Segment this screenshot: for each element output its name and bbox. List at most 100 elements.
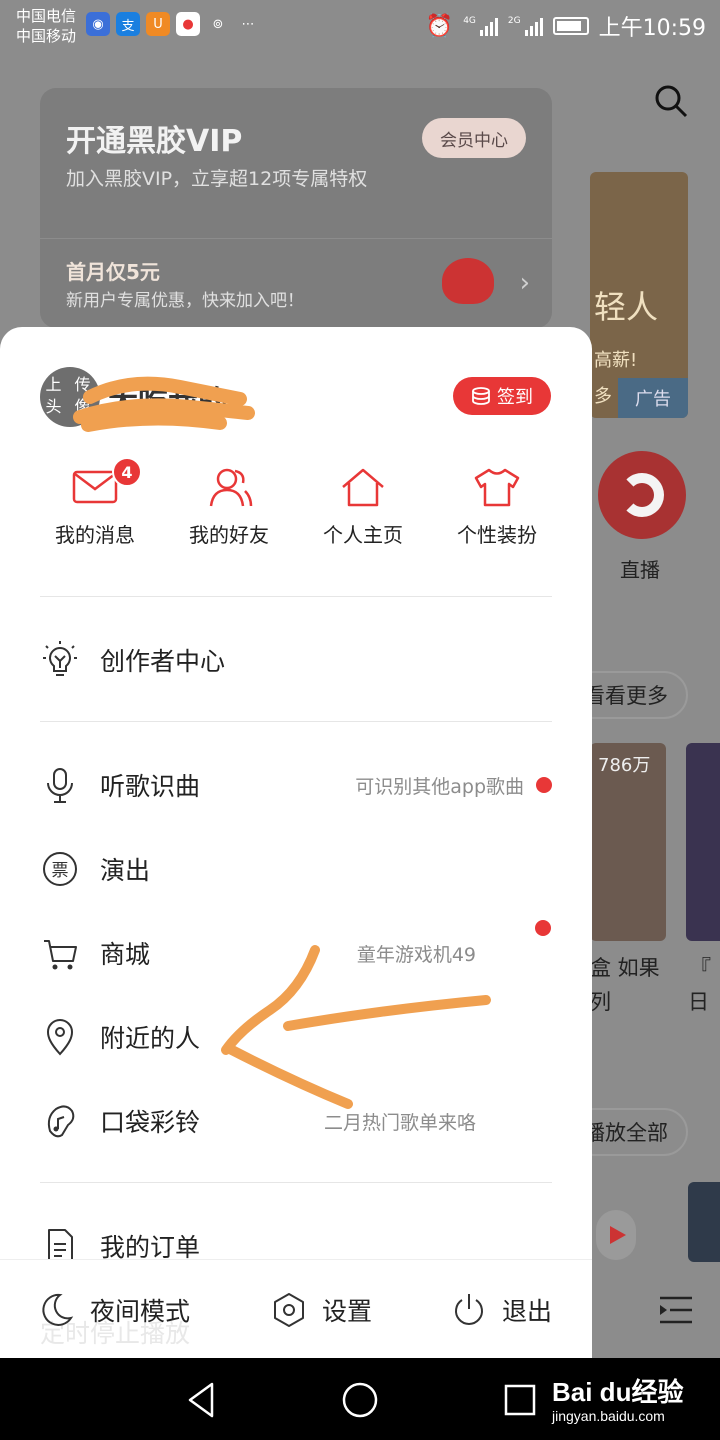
signal-2g-icon: 2G (508, 16, 543, 36)
quick-action-label: 个人主页 (323, 523, 403, 547)
ad-more-text: 多 (594, 386, 612, 407)
divider (40, 596, 552, 597)
ringtone-icon (47, 1105, 75, 1138)
vip-center-button[interactable]: 会员中心 (422, 118, 526, 158)
uc-browser-icon: U (146, 12, 170, 36)
play-icon[interactable] (596, 1210, 636, 1260)
quick-action-dressup[interactable]: 个性装扮 (442, 467, 552, 567)
vip-offer-title: 首月仅5元 (66, 260, 160, 284)
quick-action-label: 个性装扮 (457, 523, 537, 547)
menu-item-song-recognition[interactable]: 听歌识曲 可识别其他app歌曲 (40, 760, 552, 810)
menu-item-nearby-people[interactable]: 附近的人 (40, 1012, 552, 1062)
checkin-label: 签到 (497, 387, 533, 408)
night-mode-button[interactable]: 夜间模式 (40, 1288, 190, 1332)
live-label: 直播 (620, 558, 660, 582)
svg-text:票: 票 (52, 861, 69, 881)
menu-label: 口袋彩铃 (100, 1108, 201, 1137)
redaction-scribble (73, 376, 255, 432)
play-count: 786万 (598, 755, 651, 776)
menu-label: 演出 (100, 856, 151, 885)
watermark-logo: Bai du经验 (552, 1377, 684, 1407)
carrier-1: 中国电信 (16, 7, 77, 25)
menu-label: 创作者中心 (100, 647, 226, 676)
menu-label: 商城 (100, 940, 151, 969)
menu-label: 附近的人 (100, 1024, 201, 1053)
settings-label: 设置 (322, 1297, 373, 1326)
drawer-bottom-bar: 定时停止播放 夜间模式 设置 退出 (0, 1259, 592, 1358)
ad-text: 轻人 (594, 288, 659, 326)
divider (40, 721, 552, 722)
checkin-button[interactable]: 签到 (453, 377, 551, 415)
menu-item-mall[interactable]: 商城 童年游戏机49 (40, 928, 552, 978)
hotspot-icon: ⊚ (212, 16, 224, 32)
playlist-caption: 『 (690, 956, 711, 980)
unread-badge: 4 (112, 457, 142, 487)
quick-action-label: 我的消息 (55, 523, 135, 547)
clock: 上午10:59 (598, 16, 706, 41)
ticket-icon: 票 (43, 852, 77, 886)
coins-icon (472, 387, 490, 405)
logout-button[interactable]: 退出 (452, 1288, 552, 1332)
alarm-icon: ⏰ (425, 13, 454, 39)
home-icon (342, 468, 384, 507)
mic-icon (47, 768, 73, 803)
cart-icon (44, 940, 77, 970)
menu-hint: 童年游戏机49 (356, 943, 476, 966)
quick-action-friends[interactable]: 我的好友 (174, 467, 284, 567)
vip-divider (40, 238, 552, 239)
ad-badge: 广告 (618, 378, 688, 418)
playlist-caption: 列 (590, 990, 611, 1014)
logout-label: 退出 (502, 1297, 553, 1326)
recents-icon[interactable] (500, 1380, 540, 1420)
menu-label: 听歌识曲 (100, 772, 201, 801)
map-app-icon: ● (176, 12, 200, 36)
menu-item-ringtone[interactable]: 口袋彩铃 二月热门歌单来咯 (40, 1096, 552, 1146)
chevron-right-icon[interactable]: › (520, 268, 530, 298)
quick-actions: 4 我的消息 我的好友 个人主页 个性装扮 (40, 457, 552, 567)
home-nav-icon[interactable] (340, 1380, 380, 1420)
playlist-caption: 盒 如果 (590, 956, 660, 980)
more-notifications-icon: ⋯ (241, 16, 255, 32)
playlist-thumbnail[interactable]: 786万 (590, 743, 666, 941)
tshirt-icon (474, 468, 520, 507)
vip-banner[interactable]: 开通黑胶VIP 加入黑胶VIP，立享超12项专属特权 会员中心 首月仅5元 新用… (40, 88, 552, 328)
menu-hint: 可识别其他app歌曲 (355, 775, 524, 798)
alipay-app-icon: 支 (116, 12, 140, 36)
ad-banner[interactable]: 轻人 高薪! 多 广告 (590, 172, 688, 418)
divider (40, 1182, 552, 1183)
baidu-app-icon: ◉ (86, 12, 110, 36)
carrier-info: 中国电信 中国移动 (16, 6, 76, 46)
quick-action-messages[interactable]: 4 我的消息 (40, 457, 150, 567)
moon-icon (42, 1293, 74, 1326)
ad-subtext: 高薪! (594, 350, 638, 371)
playlist-icon[interactable] (656, 1290, 696, 1330)
night-mode-label: 夜间模式 (90, 1297, 191, 1326)
vip-subtitle: 加入黑胶VIP，立享超12项专属特权 (66, 168, 368, 190)
live-icon[interactable] (598, 451, 686, 539)
settings-button[interactable]: 设置 (272, 1288, 372, 1332)
friends-icon (209, 468, 253, 507)
battery-icon (552, 17, 589, 35)
quick-action-label: 我的好友 (189, 523, 269, 547)
search-icon[interactable] (654, 84, 688, 118)
location-icon (46, 1019, 74, 1056)
quick-action-homepage[interactable]: 个人主页 (308, 467, 418, 567)
carrier-2: 中国移动 (16, 27, 77, 45)
vip-title: 开通黑胶VIP (66, 124, 243, 159)
back-icon[interactable] (182, 1380, 222, 1420)
side-drawer: 上 传 头 像 大吃我的 签到 4 我的消息 我的好友 个人主页 个性装扮 创作… (0, 327, 592, 1358)
gear-icon (274, 1293, 304, 1327)
notification-icons: ◉ 支 U ● ⊚ ⋯ (86, 12, 260, 36)
playlist-caption: 日 (688, 990, 709, 1014)
system-nav-bar: Bai du经验 jingyan.baidu.com (0, 1358, 720, 1440)
song-thumbnail[interactable] (688, 1182, 720, 1262)
new-dot (536, 777, 552, 793)
signal-4g-icon: 4G (463, 16, 498, 36)
menu-item-creator-center[interactable]: 创作者中心 (40, 635, 552, 685)
menu-item-shows[interactable]: 票 演出 (40, 844, 552, 894)
vip-illustration-icon (442, 258, 494, 304)
lightbulb-icon (43, 641, 77, 676)
status-bar: 中国电信 中国移动 ◉ 支 U ● ⊚ ⋯ ⏰ 4G 2G 上午10:59 (0, 0, 720, 50)
power-icon (455, 1294, 483, 1325)
playlist-thumbnail[interactable] (686, 743, 720, 941)
